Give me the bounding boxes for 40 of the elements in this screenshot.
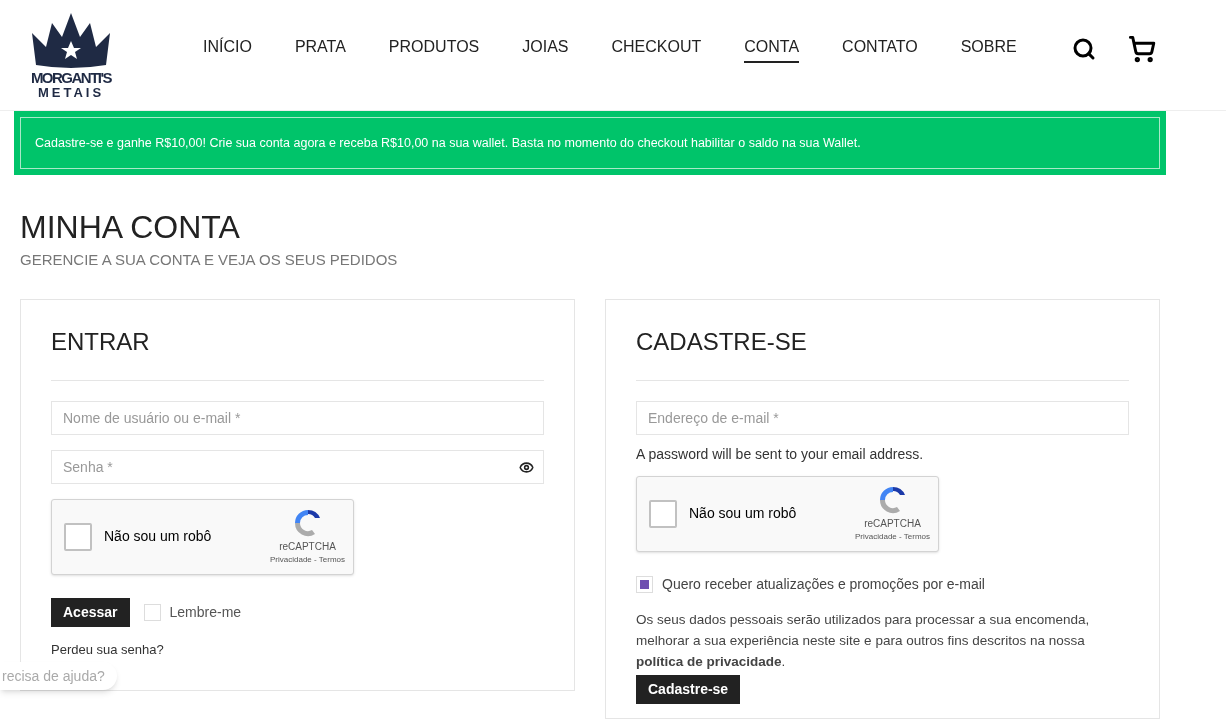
checkbox[interactable] — [143, 603, 161, 621]
nav-link[interactable]: PRODUTOS — [388, 35, 480, 63]
nav-link[interactable]: SOBRE — [960, 35, 1017, 63]
recaptcha-brand: reCAPTCHA — [864, 517, 921, 531]
page-title: MINHA CONTA — [20, 209, 241, 245]
register-button[interactable]: Cadastre-se — [636, 674, 741, 704]
login-button[interactable]: Acessar — [51, 597, 130, 627]
username-field[interactable]: Nome de usuário ou e-mail * — [51, 400, 544, 435]
privacy-text: Os seus dados pessoais serão utilizados para processar a sua encomenda, melhorar a sua experiência neste site e para outros fins descritos na nossa política de privacidade. — [636, 610, 1091, 671]
password-field[interactable]: Senha * — [51, 449, 544, 484]
recaptcha-links[interactable]: Privacidade - Termos — [270, 554, 345, 566]
recaptcha-brand: reCAPTCHA — [279, 540, 336, 554]
crown-star-icon — [30, 11, 112, 69]
newsletter-label: Quero receber atualizações e promoções por e-mail — [662, 574, 985, 594]
captcha-checkbox[interactable] — [64, 522, 92, 551]
logo[interactable]: MORGANTI'S METAIS — [28, 11, 114, 99]
page-subtitle: GERENCIE A SUA CONTA E VEJA OS SEUS PEDIDOS — [20, 250, 399, 270]
logo-subtext: METAIS — [37, 86, 105, 99]
cart-icon[interactable] — [1128, 35, 1156, 63]
password-note: A password will be sent to your email address. — [636, 444, 925, 464]
search-icon[interactable] — [1072, 37, 1096, 61]
remember-label: Lembre-me — [169, 602, 242, 622]
nav-link[interactable]: CHECKOUT — [611, 35, 702, 63]
nav-link[interactable]: JOIAS — [522, 35, 569, 63]
login-title: ENTRAR — [51, 323, 544, 381]
recaptcha-links[interactable]: Privacidade - Termos — [855, 531, 930, 543]
captcha-label: Não sou um robô — [104, 527, 213, 546]
captcha-label: Não sou um robô — [689, 504, 798, 523]
promo-text: Cadastre-se e ganhe R$10,00! Crie sua conta agora e receba R$10,00 na sua wallet. Basta no momento do checkout habilitar o saldo na sua Wallet. — [35, 134, 861, 152]
nav-link[interactable]: PRATA — [294, 35, 346, 63]
captcha-checkbox[interactable] — [649, 499, 677, 528]
logo-text: MORGANTI'S — [30, 69, 112, 86]
checkbox[interactable] — [636, 575, 653, 593]
nav-link[interactable]: CONTA — [744, 35, 800, 63]
nav-link[interactable]: INÍCIO — [203, 35, 252, 63]
lost-password-link[interactable]: Perdeu sua senha? — [51, 639, 164, 659]
email-field[interactable]: Endereço de e-mail * — [636, 400, 1129, 435]
show-password-icon[interactable] — [519, 459, 534, 475]
nav-link[interactable]: CONTATO — [842, 35, 918, 63]
register-title: CADASTRE-SE — [636, 323, 1129, 381]
